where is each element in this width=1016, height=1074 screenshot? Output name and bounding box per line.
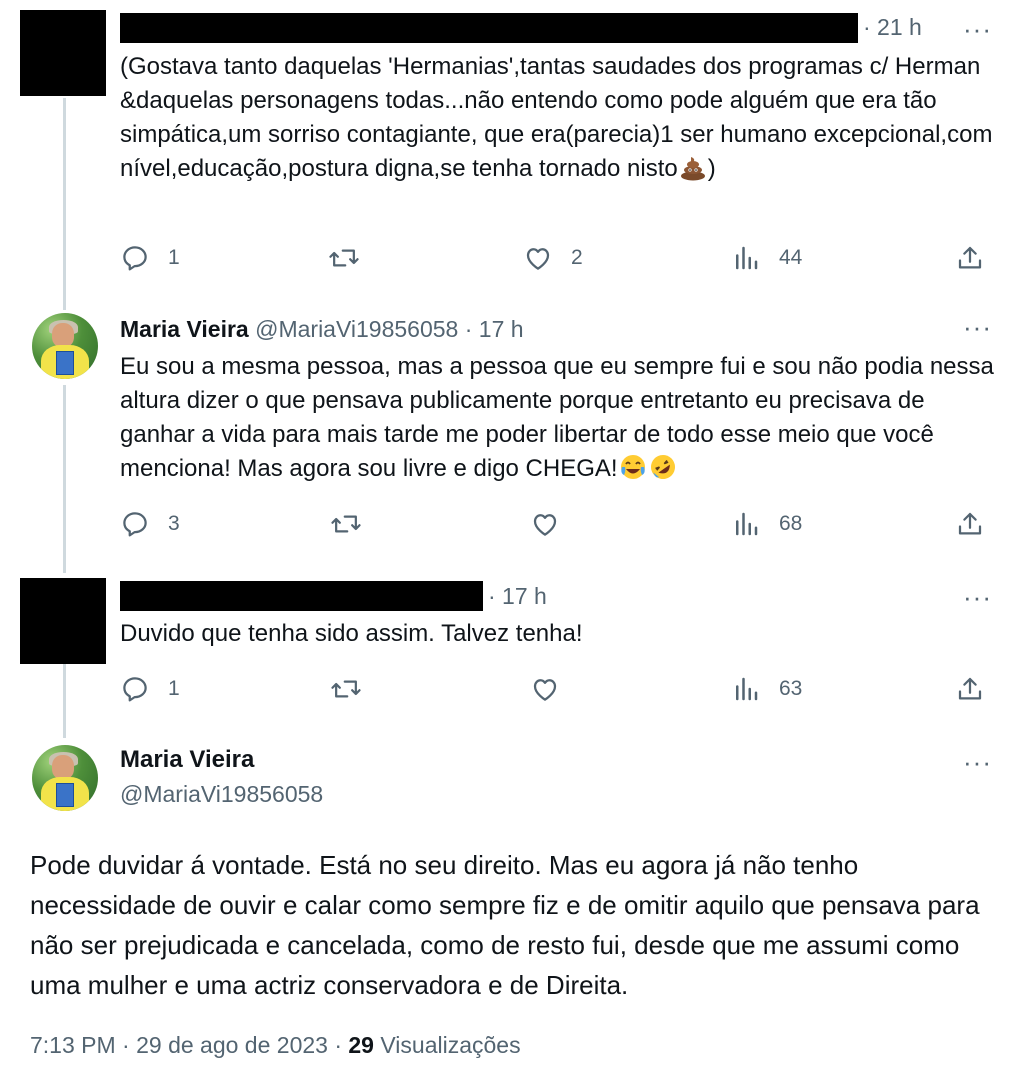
reply-button[interactable]: 1 [120, 674, 180, 704]
redacted-username [120, 13, 858, 43]
thread-line [63, 385, 66, 573]
like-button[interactable] [530, 509, 560, 539]
retweet-button[interactable] [328, 243, 360, 273]
more-options-button[interactable]: ··· [963, 749, 992, 775]
tweet-time[interactable]: · 17 h [465, 316, 524, 342]
share-button[interactable] [955, 243, 985, 273]
retweet-icon [331, 515, 361, 533]
reply-button[interactable]: 1 [120, 243, 180, 273]
handle[interactable]: @MariaVi19856058 [255, 316, 458, 342]
retweet-button[interactable] [330, 509, 362, 539]
like-button[interactable] [530, 674, 560, 704]
thread-line [63, 663, 66, 738]
pile-of-poo-icon [680, 157, 705, 181]
redacted-avatar[interactable] [20, 10, 106, 96]
views-count: 63 [779, 677, 803, 700]
share-icon [958, 512, 982, 535]
more-options-button[interactable]: ··· [963, 584, 992, 610]
tweet-date[interactable]: · 29 de ago de 2023 · [122, 1032, 342, 1058]
tweet-text: Eu sou a mesma pessoa, mas a pessoa que … [120, 350, 1000, 486]
tweet-text-end: ) [707, 155, 716, 182]
views-count: 44 [779, 246, 803, 269]
tweet-text-body: (Gostava tanto daquelas 'Hermanias',tant… [120, 53, 993, 182]
reply-count: 1 [168, 246, 180, 269]
views-chart-icon [736, 246, 758, 270]
retweet-icon [331, 680, 361, 698]
rolling-on-floor-laughing-icon [650, 455, 675, 479]
like-count: 2 [571, 246, 583, 269]
heart-icon [533, 514, 557, 536]
tweet-footer: 7:13 PM · 29 de ago de 2023 · 29 Visuali… [30, 1032, 521, 1059]
redacted-username [120, 581, 483, 611]
views-count: 68 [779, 512, 803, 535]
reply-count: 1 [168, 677, 180, 700]
heart-icon [526, 248, 550, 270]
tweet-time[interactable]: 7:13 PM [30, 1032, 116, 1058]
more-options-button[interactable]: ··· [963, 314, 992, 340]
handle[interactable]: @MariaVi19856058 [120, 781, 323, 808]
reply-icon [123, 677, 147, 702]
tweet-header: Maria Vieira @MariaVi19856058 · 17 h [120, 316, 524, 343]
tweet-time[interactable]: · 17 h [488, 583, 547, 610]
views-chart-icon [736, 512, 758, 536]
tweet-text: (Gostava tanto daquelas 'Hermanias',tant… [120, 50, 1000, 186]
views-button[interactable]: 44 [733, 243, 802, 273]
like-button[interactable]: 2 [523, 243, 583, 273]
thread-line [63, 98, 66, 310]
reply-count: 3 [168, 512, 180, 535]
views-button[interactable]: 68 [733, 509, 802, 539]
avatar[interactable] [32, 313, 98, 379]
share-icon [958, 246, 982, 269]
face-with-tears-of-joy-icon [620, 455, 645, 479]
share-button[interactable] [955, 509, 985, 539]
tweet-time[interactable]: · 21 h [863, 14, 922, 41]
views-button[interactable]: 63 [733, 674, 802, 704]
main-tweet-text: Pode duvidar á vontade. Está no seu dire… [30, 850, 980, 1000]
redacted-avatar[interactable] [20, 578, 106, 664]
reply-icon [123, 246, 147, 271]
reply-button[interactable]: 3 [120, 509, 180, 539]
display-name[interactable]: Maria Vieira [120, 746, 254, 774]
share-icon [958, 677, 982, 700]
reply-icon [123, 512, 147, 537]
avatar[interactable] [32, 745, 98, 811]
views-count: 29 [348, 1032, 374, 1058]
views-chart-icon [736, 677, 758, 701]
share-button[interactable] [955, 674, 985, 704]
views-label: Visualizações [380, 1032, 521, 1058]
more-options-button[interactable]: ··· [963, 16, 992, 42]
tweet-text-body: Eu sou a mesma pessoa, mas a pessoa que … [120, 353, 994, 482]
retweet-icon [329, 249, 359, 267]
heart-icon [533, 679, 557, 701]
display-name[interactable]: Maria Vieira [120, 316, 249, 342]
tweet-text: Duvido que tenha sido assim. Talvez tenh… [120, 620, 583, 647]
retweet-button[interactable] [330, 674, 362, 704]
